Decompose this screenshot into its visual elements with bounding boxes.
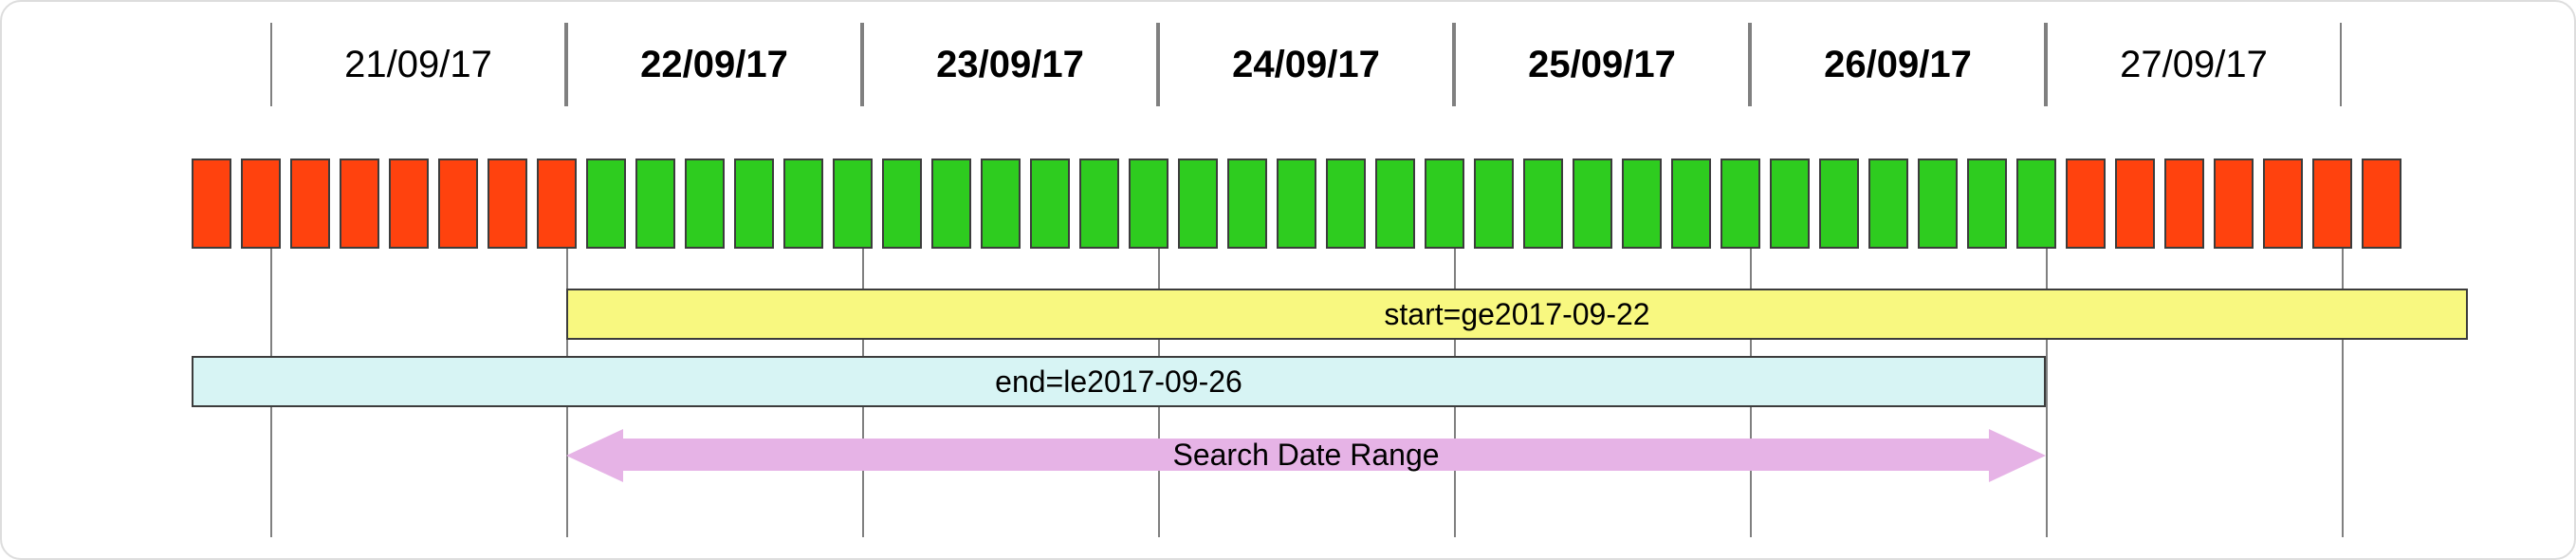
slot-in-range xyxy=(1573,159,1612,249)
slot-in-range xyxy=(931,159,971,249)
date-header-1: 22/09/17 xyxy=(566,23,862,106)
diagram-frame: 21/09/1722/09/1723/09/1724/09/1725/09/17… xyxy=(0,0,2576,560)
slot-out-of-range xyxy=(2263,159,2303,249)
slot-out-of-range xyxy=(438,159,478,249)
slot-in-range xyxy=(685,159,725,249)
slot-in-range xyxy=(1671,159,1711,249)
slot-in-range xyxy=(981,159,1021,249)
slot-in-range xyxy=(882,159,922,249)
arrow-left-icon xyxy=(566,429,623,482)
slot-out-of-range xyxy=(2362,159,2401,249)
slot-in-range xyxy=(1227,159,1267,249)
slot-in-range xyxy=(833,159,873,249)
slot-in-range xyxy=(2016,159,2056,249)
search-range-arrow: Search Date Range xyxy=(566,429,2046,480)
slot-in-range xyxy=(1129,159,1168,249)
slot-in-range xyxy=(1425,159,1464,249)
slot-in-range xyxy=(783,159,823,249)
slot-out-of-range xyxy=(2312,159,2352,249)
arrow-label: Search Date Range xyxy=(621,439,1991,471)
slot-in-range xyxy=(1326,159,1366,249)
slot-out-of-range xyxy=(192,159,231,249)
slot-out-of-range xyxy=(290,159,330,249)
date-header-2: 23/09/17 xyxy=(862,23,1158,106)
date-header-4: 25/09/17 xyxy=(1454,23,1750,106)
slot-in-range xyxy=(1474,159,1514,249)
date-header-6: 27/09/17 xyxy=(2046,23,2342,106)
slot-out-of-range xyxy=(537,159,577,249)
slot-in-range xyxy=(1868,159,1908,249)
date-header-5: 26/09/17 xyxy=(1750,23,2046,106)
slot-out-of-range xyxy=(2214,159,2254,249)
slot-in-range xyxy=(1523,159,1563,249)
slot-out-of-range xyxy=(389,159,429,249)
slot-in-range xyxy=(635,159,675,249)
slot-ticks-row xyxy=(2,159,2574,249)
slot-in-range xyxy=(1770,159,1810,249)
slot-in-range xyxy=(1030,159,1070,249)
slot-in-range xyxy=(586,159,626,249)
slot-in-range xyxy=(1622,159,1662,249)
slot-in-range xyxy=(1819,159,1859,249)
start-parameter-bar: start=ge2017-09-22 xyxy=(566,289,2468,340)
slot-in-range xyxy=(1277,159,1316,249)
slot-out-of-range xyxy=(488,159,527,249)
date-header-row: 21/09/1722/09/1723/09/1724/09/1725/09/17… xyxy=(2,23,2574,106)
slot-in-range xyxy=(1918,159,1958,249)
slot-in-range xyxy=(734,159,774,249)
slot-out-of-range xyxy=(2115,159,2155,249)
slot-in-range xyxy=(1375,159,1415,249)
slot-in-range xyxy=(1079,159,1119,249)
slot-in-range xyxy=(1720,159,1760,249)
slot-out-of-range xyxy=(241,159,281,249)
slot-out-of-range xyxy=(2066,159,2106,249)
end-parameter-bar: end=le2017-09-26 xyxy=(192,356,2046,407)
slot-out-of-range xyxy=(340,159,379,249)
date-header-3: 24/09/17 xyxy=(1158,23,1454,106)
slot-in-range xyxy=(1178,159,1218,249)
date-header-0: 21/09/17 xyxy=(270,23,566,106)
slot-in-range xyxy=(1967,159,2007,249)
slot-out-of-range xyxy=(2164,159,2204,249)
arrow-right-icon xyxy=(1989,429,2046,482)
